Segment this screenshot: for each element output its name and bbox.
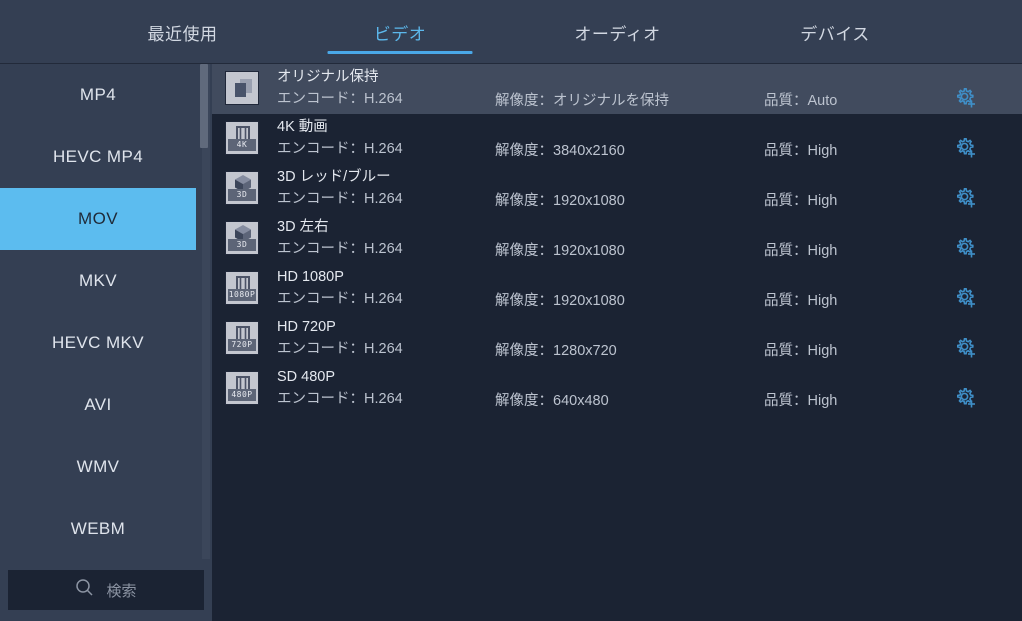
preset-name: オリジナル保持 [277,69,379,85]
tab-active-underline [327,51,473,54]
sidebar-scrollbar-track[interactable] [200,64,210,559]
tab-0[interactable]: 最近使用 [110,0,255,64]
film-1080p-icon: 1080P [225,271,261,307]
film-4k-icon: 4K [225,121,261,157]
preset-name-column: 3D レッド/ブルー エンコード：H.264 [277,167,497,210]
preset-quality: 品質：High [764,293,838,309]
format-preset-list: オリジナル保持 エンコード：H.264 解像度：オリジナルを保持 品質：Auto 4K 4… [212,64,1022,621]
tab-label: デバイス [800,24,870,44]
tab-1[interactable]: ビデオ [290,0,510,64]
preset-row[interactable]: 3D 3D 左右 エンコード：H.264 解像度：1920x1080 品質：High [212,214,1022,264]
sidebar-item-1[interactable]: HEVC MP4 [0,126,196,188]
preset-row[interactable]: 4K 4K 動画 エンコード：H.264 解像度：3840x2160 品質：High [212,114,1022,164]
sidebar-item-label: HEVC MP4 [52,147,144,166]
preset-name-column: オリジナル保持エンコード：H.264 [277,67,497,110]
sidebar-item-label: WMV [76,457,120,476]
sidebar-item-label: HEVC MKV [52,333,144,352]
preset-quality: 品質：Auto [764,93,838,109]
search-placeholder: 検索 [106,582,137,600]
preset-name: 3D レッド/ブルー [277,169,391,185]
preset-quality: 品質：High [764,193,838,209]
preset-resolution: 解像度：1920x1080 [495,293,625,309]
sidebar-scrollbar-thumb[interactable] [200,64,208,148]
film-720p-icon: 720P [225,321,261,357]
preset-encoder: エンコード：H.264 [277,241,403,257]
sidebar-item-0[interactable]: MP4 [0,64,196,126]
sidebar-item-2[interactable]: MOV [0,188,196,250]
gear-plus-icon[interactable] [954,386,978,410]
tab-label: オーディオ [574,24,661,44]
preset-row[interactable]: オリジナル保持 エンコード：H.264 解像度：オリジナルを保持 品質：Auto [212,64,1022,114]
preset-name-column: 3D 左右エンコード：H.264 [277,217,497,260]
gear-plus-icon[interactable] [954,286,978,310]
preset-quality: 品質：High [764,143,838,159]
preset-resolution: 解像度：1920x1080 [495,243,625,259]
format-sidebar-list: MP4 HEVC MP4 MOV MKV HEVC MKV AVI WMV WEBM [0,64,212,560]
tab-label: 最近使用 [147,24,218,44]
resolution-badge: 720P [228,339,256,351]
preset-resolution: 解像度：640x480 [495,393,609,409]
preset-resolution: 解像度：1920x1080 [495,193,625,209]
preset-row[interactable]: 3D 3D レッド/ブルー エンコード：H.264 解像度：1920x1080 品質：H… [212,164,1022,214]
preset-quality: 品質：High [764,243,838,259]
sidebar-item-label: AVI [84,395,112,414]
keep-original-icon [225,71,261,107]
preset-name-column: HD 1080P エンコード：H.264 [277,267,497,310]
sidebar-item-label: MP4 [79,85,117,104]
preset-encoder: エンコード：H.264 [277,191,403,207]
preset-quality: 品質：High [764,343,838,359]
preset-name: HD 1080P [277,269,344,285]
tab-label: ビデオ [373,24,427,44]
preset-name-column: HD 720P エンコード：H.264 [277,317,497,360]
gear-plus-icon[interactable] [954,136,978,160]
preset-name: 3D 左右 [277,219,329,235]
preset-encoder: エンコード：H.264 [277,91,403,107]
sidebar-item-3[interactable]: MKV [0,250,196,312]
preset-encoder: エンコード：H.264 [277,141,403,157]
preset-resolution: 解像度：オリジナルを保持 [495,93,669,109]
preset-resolution: 解像度：3840x2160 [495,143,625,159]
search-input[interactable]: 検索 [8,570,204,610]
preset-resolution: 解像度：1280x720 [495,343,617,359]
preset-name: HD 720P [277,319,336,335]
cube-3d-icon: 3D [225,171,261,207]
preset-row[interactable]: 720P HD 720P エンコード：H.264 解像度：1280x720 品質：Hig… [212,314,1022,364]
output-format-picker: 最近使用 ビデオ オーディオ デバイス MP4 HEVC MP4 MOV MKV HEVC M… [0,0,1022,621]
sidebar-item-label: MOV [78,209,118,228]
preset-name: 4K 動画 [277,119,328,135]
preset-encoder: エンコード：H.264 [277,391,403,407]
sidebar-item-6[interactable]: WMV [0,436,196,498]
gear-plus-icon[interactable] [954,186,978,210]
gear-plus-icon[interactable] [954,336,978,360]
preset-name-column: 4K 動画エンコード：H.264 [277,117,497,160]
gear-plus-icon[interactable] [954,236,978,260]
format-sidebar: MP4 HEVC MP4 MOV MKV HEVC MKV AVI WMV WEBM 検索 [0,64,212,621]
resolution-badge: 4K [228,139,256,151]
resolution-badge: 3D [228,239,256,251]
preset-encoder: エンコード：H.264 [277,291,403,307]
preset-name: SD 480P [277,369,336,385]
film-480p-icon: 480P [225,371,261,407]
resolution-badge: 1080P [228,289,256,301]
sidebar-item-label: WEBM [70,519,126,538]
preset-row[interactable]: 480P SD 480P エンコード：H.264 解像度：640x480 品質：High [212,364,1022,414]
preset-encoder: エンコード：H.264 [277,341,403,357]
sidebar-item-7[interactable]: WEBM [0,498,196,560]
preset-name-column: SD 480P エンコード：H.264 [277,367,497,410]
preset-row[interactable]: 1080P HD 1080P エンコード：H.264 解像度：1920x1080 品質：… [212,264,1022,314]
tab-3[interactable]: デバイス [725,0,945,64]
preset-quality: 品質：High [764,393,838,409]
search-icon [75,578,94,602]
sidebar-item-label: MKV [78,271,118,290]
gear-plus-icon[interactable] [954,86,978,110]
cube-3d-icon: 3D [225,221,261,257]
resolution-badge: 480P [228,389,256,401]
resolution-badge: 3D [228,189,256,201]
sidebar-item-5[interactable]: AVI [0,374,196,436]
tab-2[interactable]: オーディオ [510,0,725,64]
format-category-tabs: 最近使用 ビデオ オーディオ デバイス [0,0,1022,64]
sidebar-item-4[interactable]: HEVC MKV [0,312,196,374]
